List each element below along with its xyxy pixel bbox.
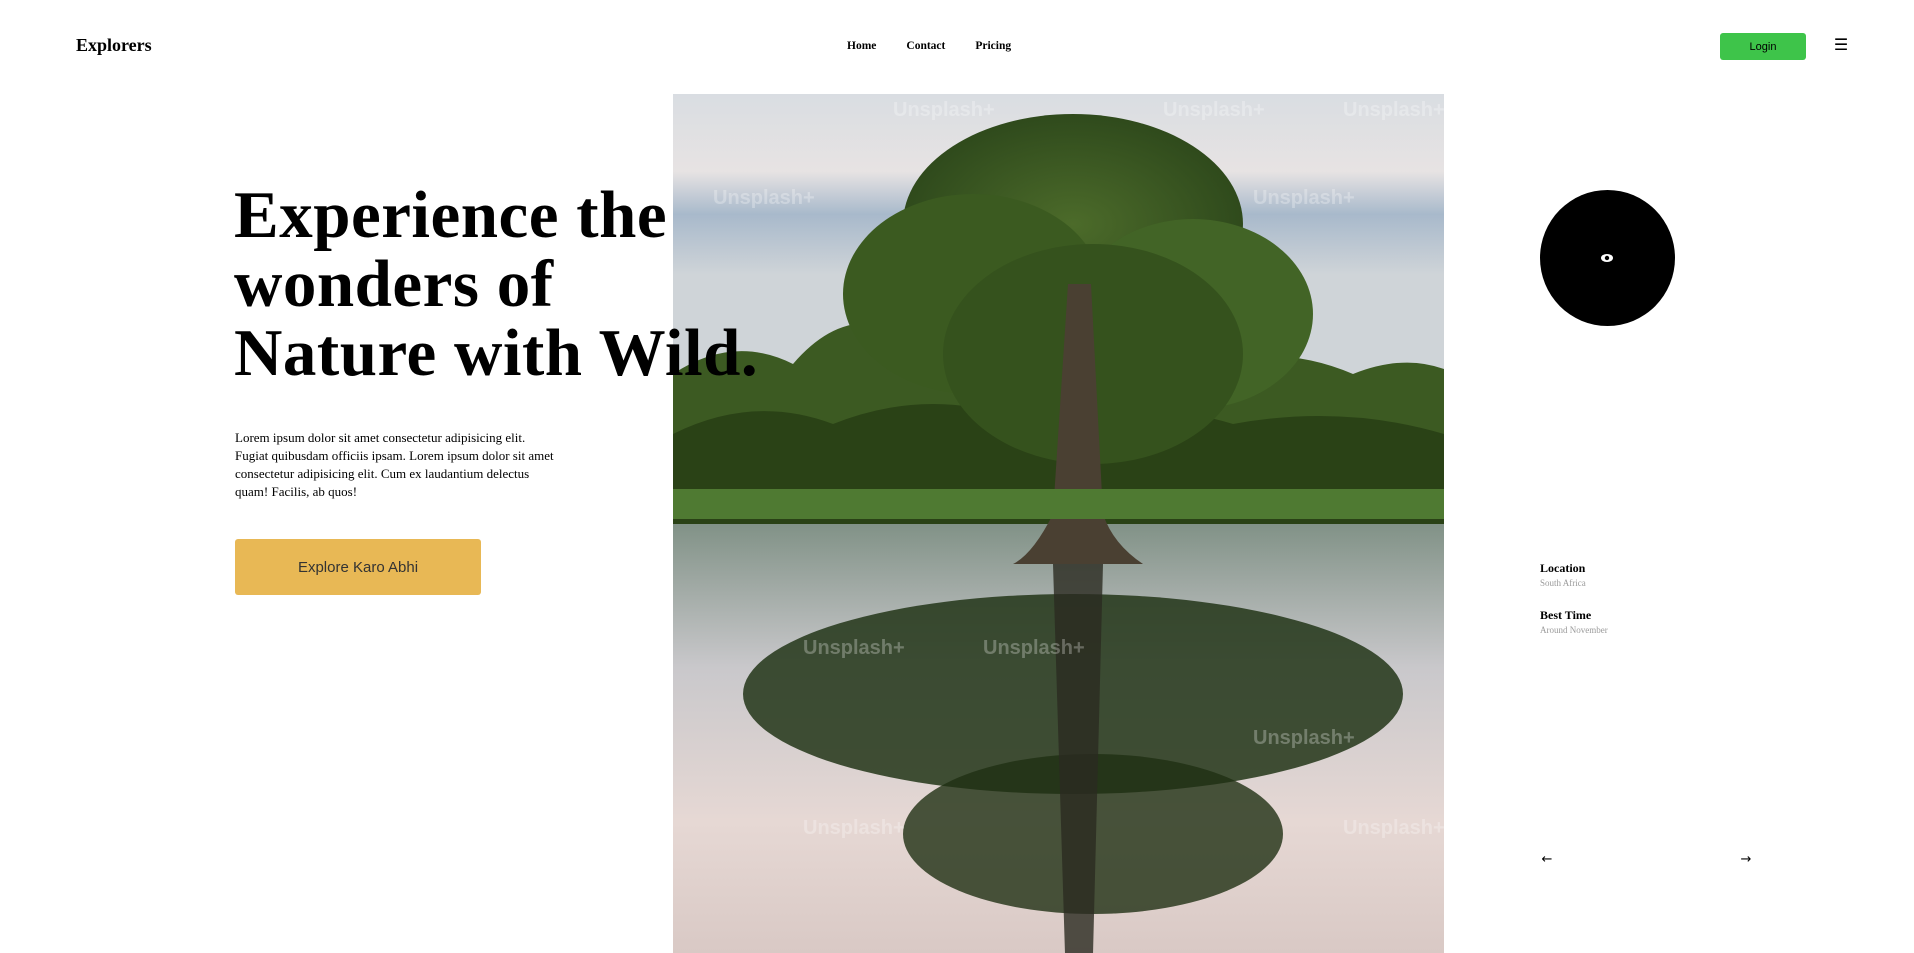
hero-headline: Experience the wonders of Nature with Wi… <box>234 181 758 388</box>
nav-home[interactable]: Home <box>847 40 876 52</box>
headline-line: wonders of <box>234 247 554 321</box>
best-time-value: Around November <box>1540 625 1608 635</box>
arrow-left-icon[interactable]: ← <box>1539 852 1555 868</box>
login-button[interactable]: Login <box>1720 33 1806 60</box>
swamp-landscape-image: Unsplash+ Unsplash+ Unsplash+ Unsplash+ … <box>673 94 1444 953</box>
nav-contact[interactable]: Contact <box>906 40 945 52</box>
best-time-label: Best Time <box>1540 608 1592 622</box>
watermark-text: Unsplash+ <box>1343 817 1444 839</box>
watermark-text: Unsplash+ <box>893 99 995 121</box>
best-time-info: Best Time Around November <box>1540 608 1608 635</box>
eye-icon[interactable] <box>1600 251 1614 265</box>
location-info: Location South Africa <box>1540 561 1586 588</box>
hamburger-icon[interactable]: ☰ <box>1833 36 1849 54</box>
location-label: Location <box>1540 561 1586 575</box>
headline-line: Nature with Wild. <box>234 316 759 390</box>
watermark-text: Unsplash+ <box>1253 727 1355 749</box>
watermark-text: Unsplash+ <box>983 637 1085 659</box>
hero-image: Unsplash+ Unsplash+ Unsplash+ Unsplash+ … <box>673 94 1444 953</box>
watermark-text: Unsplash+ <box>803 817 905 839</box>
brand-logo[interactable]: Explorers <box>76 35 152 56</box>
nav-pricing[interactable]: Pricing <box>975 40 1011 52</box>
watermark-text: Unsplash+ <box>1343 99 1444 121</box>
main-menu: Home Contact Pricing <box>847 40 1041 52</box>
top-navbar: Explorers Home Contact Pricing Login ☰ <box>0 0 1914 93</box>
watermark-text: Unsplash+ <box>1253 187 1355 209</box>
watermark-text: Unsplash+ <box>1163 99 1265 121</box>
watermark-text: Unsplash+ <box>803 637 905 659</box>
arrow-right-icon[interactable]: → <box>1738 852 1754 868</box>
explore-button[interactable]: Explore Karo Abhi <box>235 539 481 595</box>
location-value: South Africa <box>1540 578 1586 588</box>
headline-line: Experience the <box>234 178 668 252</box>
hero-description: Lorem ipsum dolor sit amet consectetur a… <box>235 430 554 499</box>
